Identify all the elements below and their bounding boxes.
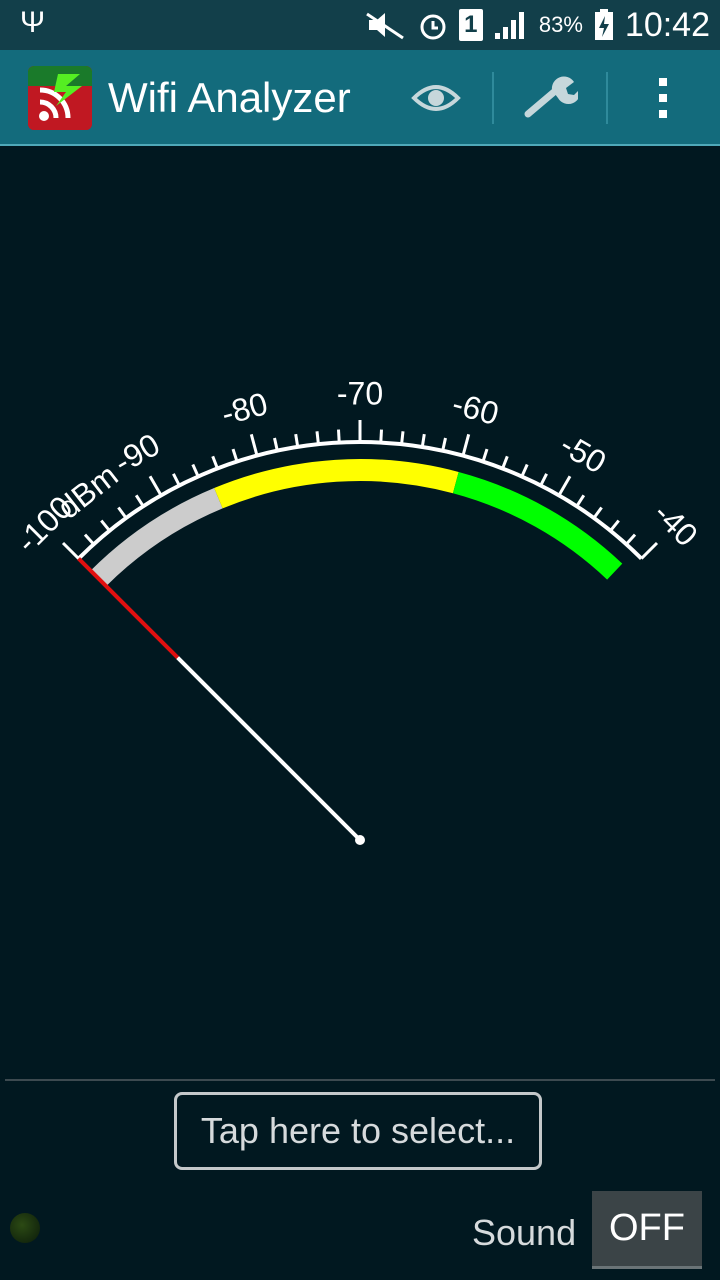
status-bar: Ψ 1 83% 10:42	[0, 0, 720, 50]
gauge-minor-tick	[315, 431, 320, 445]
gauge-minor-tick	[575, 494, 586, 508]
battery-percent: 83%	[538, 12, 583, 37]
gauge-major-tick	[461, 433, 471, 456]
sound-toggle[interactable]: OFF	[592, 1191, 702, 1269]
gauge-minor-tick	[625, 533, 637, 546]
gauge-major-tick	[640, 541, 659, 560]
gauge-minor-tick	[400, 431, 405, 445]
gauge-minor-tick	[134, 494, 145, 508]
app-title: Wifi Analyzer	[108, 74, 351, 121]
gauge-minor-tick	[609, 519, 620, 532]
gauge-minor-tick	[83, 533, 95, 546]
gauge-minor-tick	[501, 455, 509, 469]
gauge-minor-tick	[379, 429, 383, 443]
gauge-minor-tick	[420, 433, 426, 448]
gauge-major-tick	[61, 541, 80, 560]
eye-icon[interactable]	[406, 68, 466, 128]
status-icons: 1 83% 10:42	[363, 0, 710, 50]
overflow-menu-icon[interactable]	[633, 68, 693, 128]
gauge-minor-tick	[273, 437, 279, 452]
gauge-zone-2	[452, 471, 623, 580]
gauge-minor-tick	[520, 463, 529, 478]
sound-label: Sound	[472, 1212, 577, 1253]
gauge-minor-tick	[539, 473, 548, 487]
wrench-icon[interactable]	[520, 68, 580, 128]
gauge-tick-label: -90	[108, 426, 166, 480]
gauge-minor-tick	[172, 473, 181, 487]
gauge-minor-tick	[481, 448, 489, 462]
gauge-zone-0	[90, 488, 223, 587]
gauge-tick-label: -50	[554, 426, 612, 480]
gauge-minor-tick	[441, 437, 447, 452]
alarm-icon	[420, 14, 446, 40]
network-select-button[interactable]: Tap here to select...	[174, 1092, 542, 1170]
gauge-major-tick	[557, 475, 572, 497]
gauge-minor-tick	[211, 455, 219, 469]
footer-divider	[5, 1079, 715, 1081]
gauge-minor-tick	[231, 448, 239, 462]
activity-indicator-icon	[10, 1213, 40, 1243]
gauge-tick-label: -80	[217, 385, 271, 432]
app-bar: Wifi Analyzer	[0, 50, 720, 146]
gauge-minor-tick	[191, 463, 200, 478]
battery-charging-icon	[594, 9, 613, 40]
gauge-minor-tick	[337, 429, 341, 443]
gauge-zone-1	[214, 459, 459, 509]
gauge-tick-label: -60	[449, 385, 503, 432]
clock: 10:42	[624, 5, 710, 44]
gauge-tick-label: -70	[337, 375, 383, 411]
usb-icon: Ψ	[20, 6, 46, 39]
action-divider	[492, 72, 494, 124]
signal-icon	[494, 12, 524, 39]
action-divider	[606, 72, 608, 124]
gauge-major-tick	[148, 475, 163, 497]
gauge-needle-pivot	[355, 835, 365, 845]
network-select-label: Tap here to select...	[200, 1110, 516, 1151]
gauge-minor-tick	[294, 433, 300, 448]
app-logo[interactable]	[28, 66, 92, 130]
gauge-minor-tick	[592, 506, 603, 519]
gauge-minor-tick	[117, 506, 128, 519]
mute-icon	[366, 12, 404, 40]
gauge-needle	[176, 656, 362, 842]
sim-icon: 1	[458, 9, 483, 41]
gauge-needle-tip	[77, 557, 180, 660]
signal-gauge: -100-90-80 -70 -60-50-40dBm	[9, 375, 705, 845]
gauge-minor-tick	[100, 519, 111, 532]
gauge-major-tick	[249, 433, 259, 456]
